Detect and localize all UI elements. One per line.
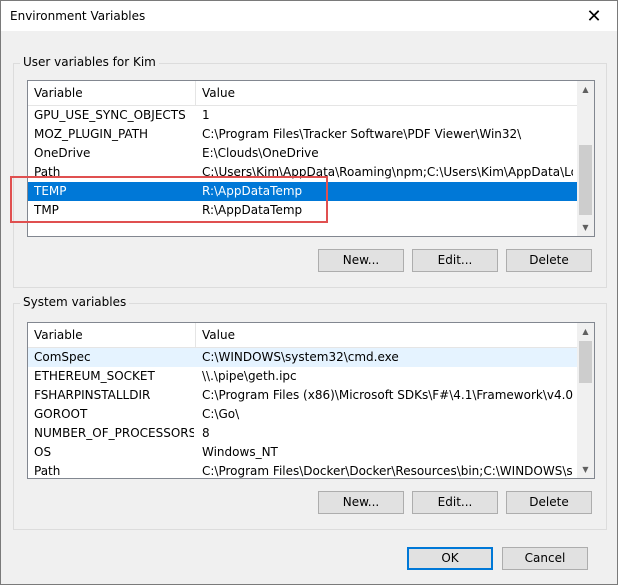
table-row[interactable]: Path C:\Program Files\Docker\Docker\Resou… xyxy=(28,462,577,478)
chevron-up-icon[interactable]: ▲ xyxy=(577,81,594,98)
cancel-button[interactable]: Cancel xyxy=(502,547,588,570)
close-button[interactable]: ✕ xyxy=(571,1,617,31)
column-header-variable[interactable]: Variable xyxy=(28,323,196,347)
user-delete-button[interactable]: Delete xyxy=(506,249,592,272)
user-list-scroll-thumb[interactable] xyxy=(579,145,592,215)
column-header-value[interactable]: Value xyxy=(196,81,577,105)
user-variables-list-header: Variable Value xyxy=(28,81,577,106)
table-row[interactable]: NUMBER_OF_PROCESSORS 8 xyxy=(28,424,577,443)
user-variables-rows: GPU_USE_SYNC_OBJECTS 1 MOZ_PLUGIN_PATH C:\P… xyxy=(28,106,577,220)
table-row[interactable]: MOZ_PLUGIN_PATH C:\Program Files\Tracker … xyxy=(28,125,577,144)
environment-variables-dialog: Environment Variables ✕ User variables f… xyxy=(0,0,618,585)
variable-value-cell: \\.\pipe\geth.ipc xyxy=(202,369,297,383)
variable-value-cell: R:\AppDataTemp xyxy=(202,184,303,198)
table-row[interactable]: OS Windows_NT xyxy=(28,443,577,462)
user-list-scrollbar[interactable]: ▲ ▼ xyxy=(577,81,594,236)
table-row[interactable]: GOROOT C:\Go\ xyxy=(28,405,577,424)
variable-value-cell: C:\Program Files\Tracker Software\PDF Vi… xyxy=(202,127,522,141)
column-header-value[interactable]: Value xyxy=(196,323,577,347)
system-edit-button[interactable]: Edit... xyxy=(412,491,498,514)
variable-name-cell: TMP xyxy=(34,203,59,217)
system-variables-group-title: System variables xyxy=(20,295,130,309)
system-list-scrollbar[interactable]: ▲ ▼ xyxy=(577,323,594,478)
system-variables-rows: ComSpec C:\WINDOWS\system32\cmd.exe ETHERE… xyxy=(28,348,577,478)
variable-value-cell: 8 xyxy=(202,426,210,440)
chevron-down-icon[interactable]: ▼ xyxy=(577,219,594,236)
variable-value-cell: E:\Clouds\OneDrive xyxy=(202,146,319,160)
variable-name-cell: OneDrive xyxy=(34,146,91,160)
variable-value-cell: 1 xyxy=(202,108,210,122)
table-row[interactable]: TMP R:\AppDataTemp xyxy=(28,201,577,220)
user-edit-button[interactable]: Edit... xyxy=(412,249,498,272)
user-variables-group-title: User variables for Kim xyxy=(20,55,159,69)
variable-value-cell: C:\Program Files\Docker\Docker\Resources… xyxy=(202,464,573,478)
variable-name-cell: GPU_USE_SYNC_OBJECTS xyxy=(34,108,186,122)
column-header-variable[interactable]: Variable xyxy=(28,81,196,105)
variable-name-cell: ComSpec xyxy=(34,350,91,364)
table-row[interactable]: OneDrive E:\Clouds\OneDrive xyxy=(28,144,577,163)
variable-name-cell: Path xyxy=(34,165,61,179)
title-bar[interactable]: Environment Variables ✕ xyxy=(1,1,617,31)
table-row[interactable]: ETHEREUM_SOCKET \\.\pipe\geth.ipc xyxy=(28,367,577,386)
variable-name-cell: GOROOT xyxy=(34,407,88,421)
system-list-scroll-thumb[interactable] xyxy=(579,341,592,383)
variable-name-cell: ETHEREUM_SOCKET xyxy=(34,369,155,383)
variable-name-cell: Path xyxy=(34,464,61,478)
variable-value-cell: C:\Go\ xyxy=(202,407,240,421)
table-row[interactable]: ComSpec C:\WINDOWS\system32\cmd.exe xyxy=(28,348,577,367)
system-new-button[interactable]: New... xyxy=(318,491,404,514)
window-title: Environment Variables xyxy=(10,9,146,23)
table-row[interactable]: TEMP R:\AppDataTemp xyxy=(28,182,577,201)
variable-name-cell: FSHARPINSTALLDIR xyxy=(34,388,151,402)
system-variables-list-header: Variable Value xyxy=(28,323,577,348)
chevron-down-icon[interactable]: ▼ xyxy=(577,461,594,478)
user-new-button[interactable]: New... xyxy=(318,249,404,272)
system-delete-button[interactable]: Delete xyxy=(506,491,592,514)
variable-name-cell: MOZ_PLUGIN_PATH xyxy=(34,127,149,141)
variable-value-cell: Windows_NT xyxy=(202,445,278,459)
variable-name-cell: NUMBER_OF_PROCESSORS xyxy=(34,426,194,440)
variable-value-cell: R:\AppDataTemp xyxy=(202,203,303,217)
close-icon: ✕ xyxy=(586,5,602,27)
variable-value-cell: C:\WINDOWS\system32\cmd.exe xyxy=(202,350,399,364)
table-row[interactable]: FSHARPINSTALLDIR C:\Program Files (x86)\M… xyxy=(28,386,577,405)
ok-button[interactable]: OK xyxy=(407,547,493,570)
system-variables-list[interactable]: Variable Value ComSpec C:\WINDOWS\system3… xyxy=(27,322,595,479)
variable-name-cell: TEMP xyxy=(34,184,67,198)
user-variables-list[interactable]: Variable Value GPU_USE_SYNC_OBJECTS 1 MOZ_… xyxy=(27,80,595,237)
variable-value-cell: C:\Users\Kim\AppData\Roaming\npm;C:\User… xyxy=(202,165,573,179)
chevron-up-icon[interactable]: ▲ xyxy=(577,323,594,340)
table-row[interactable]: GPU_USE_SYNC_OBJECTS 1 xyxy=(28,106,577,125)
variable-name-cell: OS xyxy=(34,445,52,459)
variable-value-cell: C:\Program Files (x86)\Microsoft SDKs\F#… xyxy=(202,388,573,402)
table-row[interactable]: Path C:\Users\Kim\AppData\Roaming\npm;C:\… xyxy=(28,163,577,182)
